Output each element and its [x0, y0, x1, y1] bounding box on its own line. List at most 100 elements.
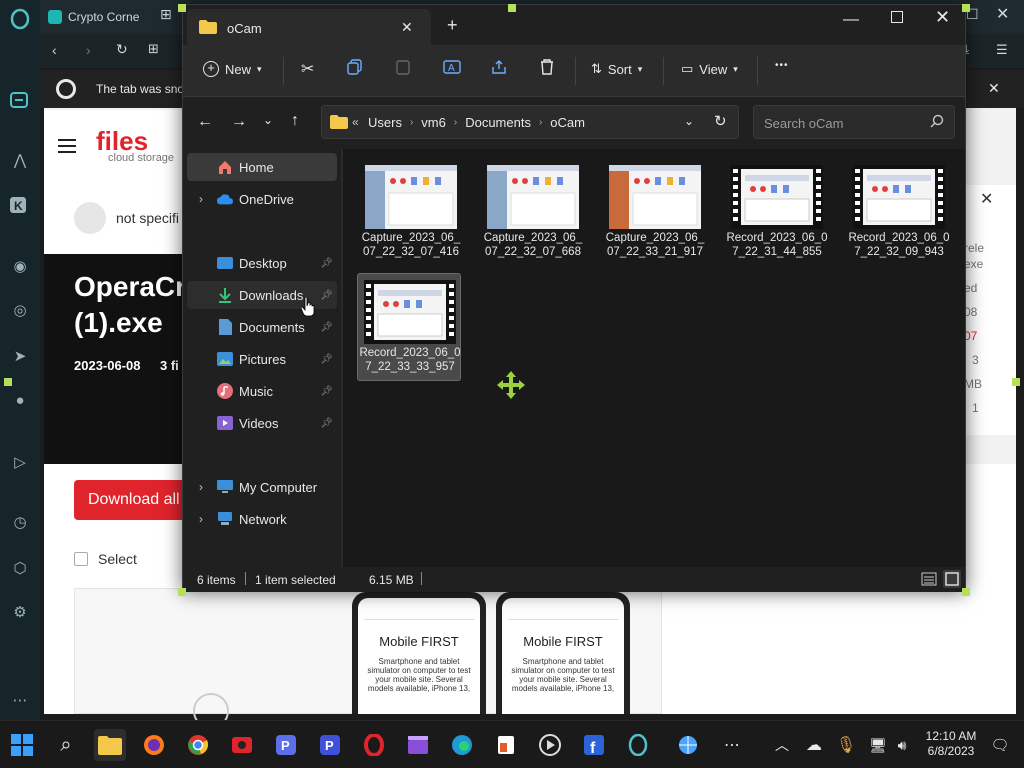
resize-handle[interactable]: [508, 4, 516, 12]
chevron-right-icon[interactable]: ›: [199, 192, 203, 206]
video-file-item[interactable]: Record_2023_06_07_22_31_44_855: [725, 159, 829, 267]
opera-logo-icon[interactable]: [9, 8, 31, 30]
delete-icon[interactable]: [539, 59, 555, 75]
settings-icon[interactable]: ⚙: [9, 602, 31, 624]
pdf-app-2-icon[interactable]: P: [314, 729, 346, 761]
notifications-icon[interactable]: 🗨︎: [984, 729, 1016, 761]
image-file-item[interactable]: Capture_2023_06_07_22_32_07_668: [481, 159, 585, 267]
telegram-icon[interactable]: ➤: [9, 346, 31, 368]
share-icon[interactable]: [491, 59, 507, 75]
file-explorer-taskbar-icon[interactable]: [94, 729, 126, 761]
tab-grid-icon[interactable]: ⊞: [160, 6, 172, 23]
tab-close-icon[interactable]: ✕: [401, 19, 413, 36]
resize-handle[interactable]: [178, 4, 186, 12]
nav-item-music[interactable]: Music 📌︎: [187, 377, 337, 405]
nav-item-network[interactable]: › Network: [187, 505, 337, 533]
up-arrow-icon[interactable]: ↑: [291, 112, 299, 130]
start-button[interactable]: [6, 729, 38, 761]
more-icon[interactable]: ⋯: [9, 690, 31, 712]
firefox-icon[interactable]: [138, 729, 170, 761]
image-file-item[interactable]: Capture_2023_06_07_22_33_21_917: [603, 159, 707, 267]
forward-arrow-icon[interactable]: ›: [86, 42, 91, 58]
sort-button[interactable]: ⇅ Sort ▾: [591, 61, 642, 77]
breadcrumb-documents[interactable]: Documents: [465, 115, 531, 130]
minimize-icon[interactable]: —: [843, 11, 859, 29]
player-icon[interactable]: ▷: [9, 452, 31, 474]
pin-icon[interactable]: 📌︎: [320, 354, 333, 365]
arc-icon[interactable]: ⋀: [9, 150, 31, 172]
site-logo[interactable]: files: [96, 128, 148, 154]
address-bar[interactable]: « Users › vm6 › Documents › oCam ⌄ ↻: [321, 105, 739, 139]
search-icon[interactable]: ⌕: [50, 729, 82, 761]
edge-icon[interactable]: [446, 729, 478, 761]
explorer-tab[interactable]: oCam ✕: [187, 9, 431, 45]
search-box[interactable]: Search oCam: [753, 105, 955, 139]
globe-app-icon[interactable]: [672, 729, 704, 761]
reload-icon[interactable]: ↻: [116, 41, 128, 58]
nav-item-videos[interactable]: Videos 📌︎: [187, 409, 337, 437]
back-arrow-icon[interactable]: ←: [197, 113, 213, 131]
opera-close-icon[interactable]: ✕: [996, 4, 1009, 24]
opera-gx-icon[interactable]: [622, 729, 654, 761]
breadcrumb-overflow[interactable]: «: [352, 115, 359, 129]
more-options-button[interactable]: •••: [775, 60, 789, 71]
opera-icon[interactable]: [358, 729, 390, 761]
pdf-app-icon[interactable]: P: [270, 729, 302, 761]
breadcrumb-ocam[interactable]: oCam: [550, 115, 585, 130]
aria-icon[interactable]: [9, 90, 31, 112]
pin-icon[interactable]: 📌︎: [320, 322, 333, 333]
onedrive-tray-icon[interactable]: ☁: [798, 729, 830, 761]
pin-icon[interactable]: 📌︎: [320, 386, 333, 397]
history-icon[interactable]: ◷: [9, 512, 31, 534]
facebook-icon[interactable]: f: [578, 729, 610, 761]
k-app-icon[interactable]: K: [9, 196, 31, 218]
easy-setup-icon[interactable]: ☰: [996, 42, 1008, 58]
whatsapp-icon[interactable]: ◎: [9, 300, 31, 322]
clock[interactable]: 12:10 AM 6/8/2023: [916, 729, 986, 759]
rename-icon[interactable]: A: [443, 59, 461, 75]
select-checkbox[interactable]: [74, 552, 88, 566]
microphone-icon[interactable]: 🎙︎: [830, 729, 862, 761]
pin-icon[interactable]: 📌︎: [320, 258, 333, 269]
nav-item-pictures[interactable]: Pictures 📌︎: [187, 345, 337, 373]
ocam-icon[interactable]: [226, 729, 258, 761]
nav-item-home[interactable]: Home: [187, 153, 337, 181]
nav-item-desktop[interactable]: Desktop 📌︎: [187, 249, 337, 277]
hamburger-icon[interactable]: [58, 138, 76, 154]
extensions-icon[interactable]: ⬡: [9, 558, 31, 580]
recent-locations-icon[interactable]: ⌄: [263, 113, 273, 127]
new-button[interactable]: + New ▾: [203, 61, 262, 77]
nav-item-documents[interactable]: Documents 📌︎: [187, 313, 337, 341]
video-file-item[interactable]: Record_2023_06_07_22_33_33_957: [357, 273, 461, 381]
nav-item-my-computer[interactable]: › My Computer: [187, 473, 337, 501]
nav-item-onedrive[interactable]: › OneDrive: [187, 185, 337, 213]
media-player-icon[interactable]: [534, 729, 566, 761]
panel-close-icon[interactable]: ✕: [980, 189, 993, 209]
breadcrumb-users[interactable]: Users: [368, 115, 402, 130]
address-dropdown-icon[interactable]: ⌄: [684, 114, 694, 128]
resize-handle[interactable]: [4, 378, 12, 386]
copy-icon[interactable]: [347, 59, 363, 75]
forward-arrow-icon[interactable]: →: [231, 113, 247, 131]
pin-icon[interactable]: 📌︎: [320, 418, 333, 429]
notification-close-icon[interactable]: ✕: [988, 80, 1000, 97]
volume-icon[interactable]: 🔊︎: [886, 729, 918, 761]
chrome-icon[interactable]: [182, 729, 214, 761]
chevron-right-icon[interactable]: ›: [199, 512, 203, 526]
maximize-icon[interactable]: [891, 11, 903, 23]
image-file-item[interactable]: Capture_2023_06_07_22_32_07_416: [359, 159, 463, 267]
video-file-item[interactable]: Record_2023_06_07_22_32_09_943: [847, 159, 951, 267]
cut-icon[interactable]: ✂: [301, 59, 314, 79]
new-tab-icon[interactable]: +: [447, 15, 458, 36]
tiles-view-icon[interactable]: [943, 570, 961, 588]
resize-handle[interactable]: [962, 588, 970, 596]
overflow-icon[interactable]: ⋯: [716, 729, 748, 761]
breadcrumb-vm6[interactable]: vm6: [421, 115, 446, 130]
resize-handle[interactable]: [1012, 378, 1020, 386]
back-arrow-icon[interactable]: ‹: [52, 42, 57, 58]
view-button[interactable]: ▭ View ▾: [681, 61, 738, 77]
close-icon[interactable]: ✕: [935, 7, 950, 28]
chevron-right-icon[interactable]: ›: [199, 480, 203, 494]
pin-icon[interactable]: 📌︎: [320, 290, 333, 301]
resize-handle[interactable]: [178, 588, 186, 596]
